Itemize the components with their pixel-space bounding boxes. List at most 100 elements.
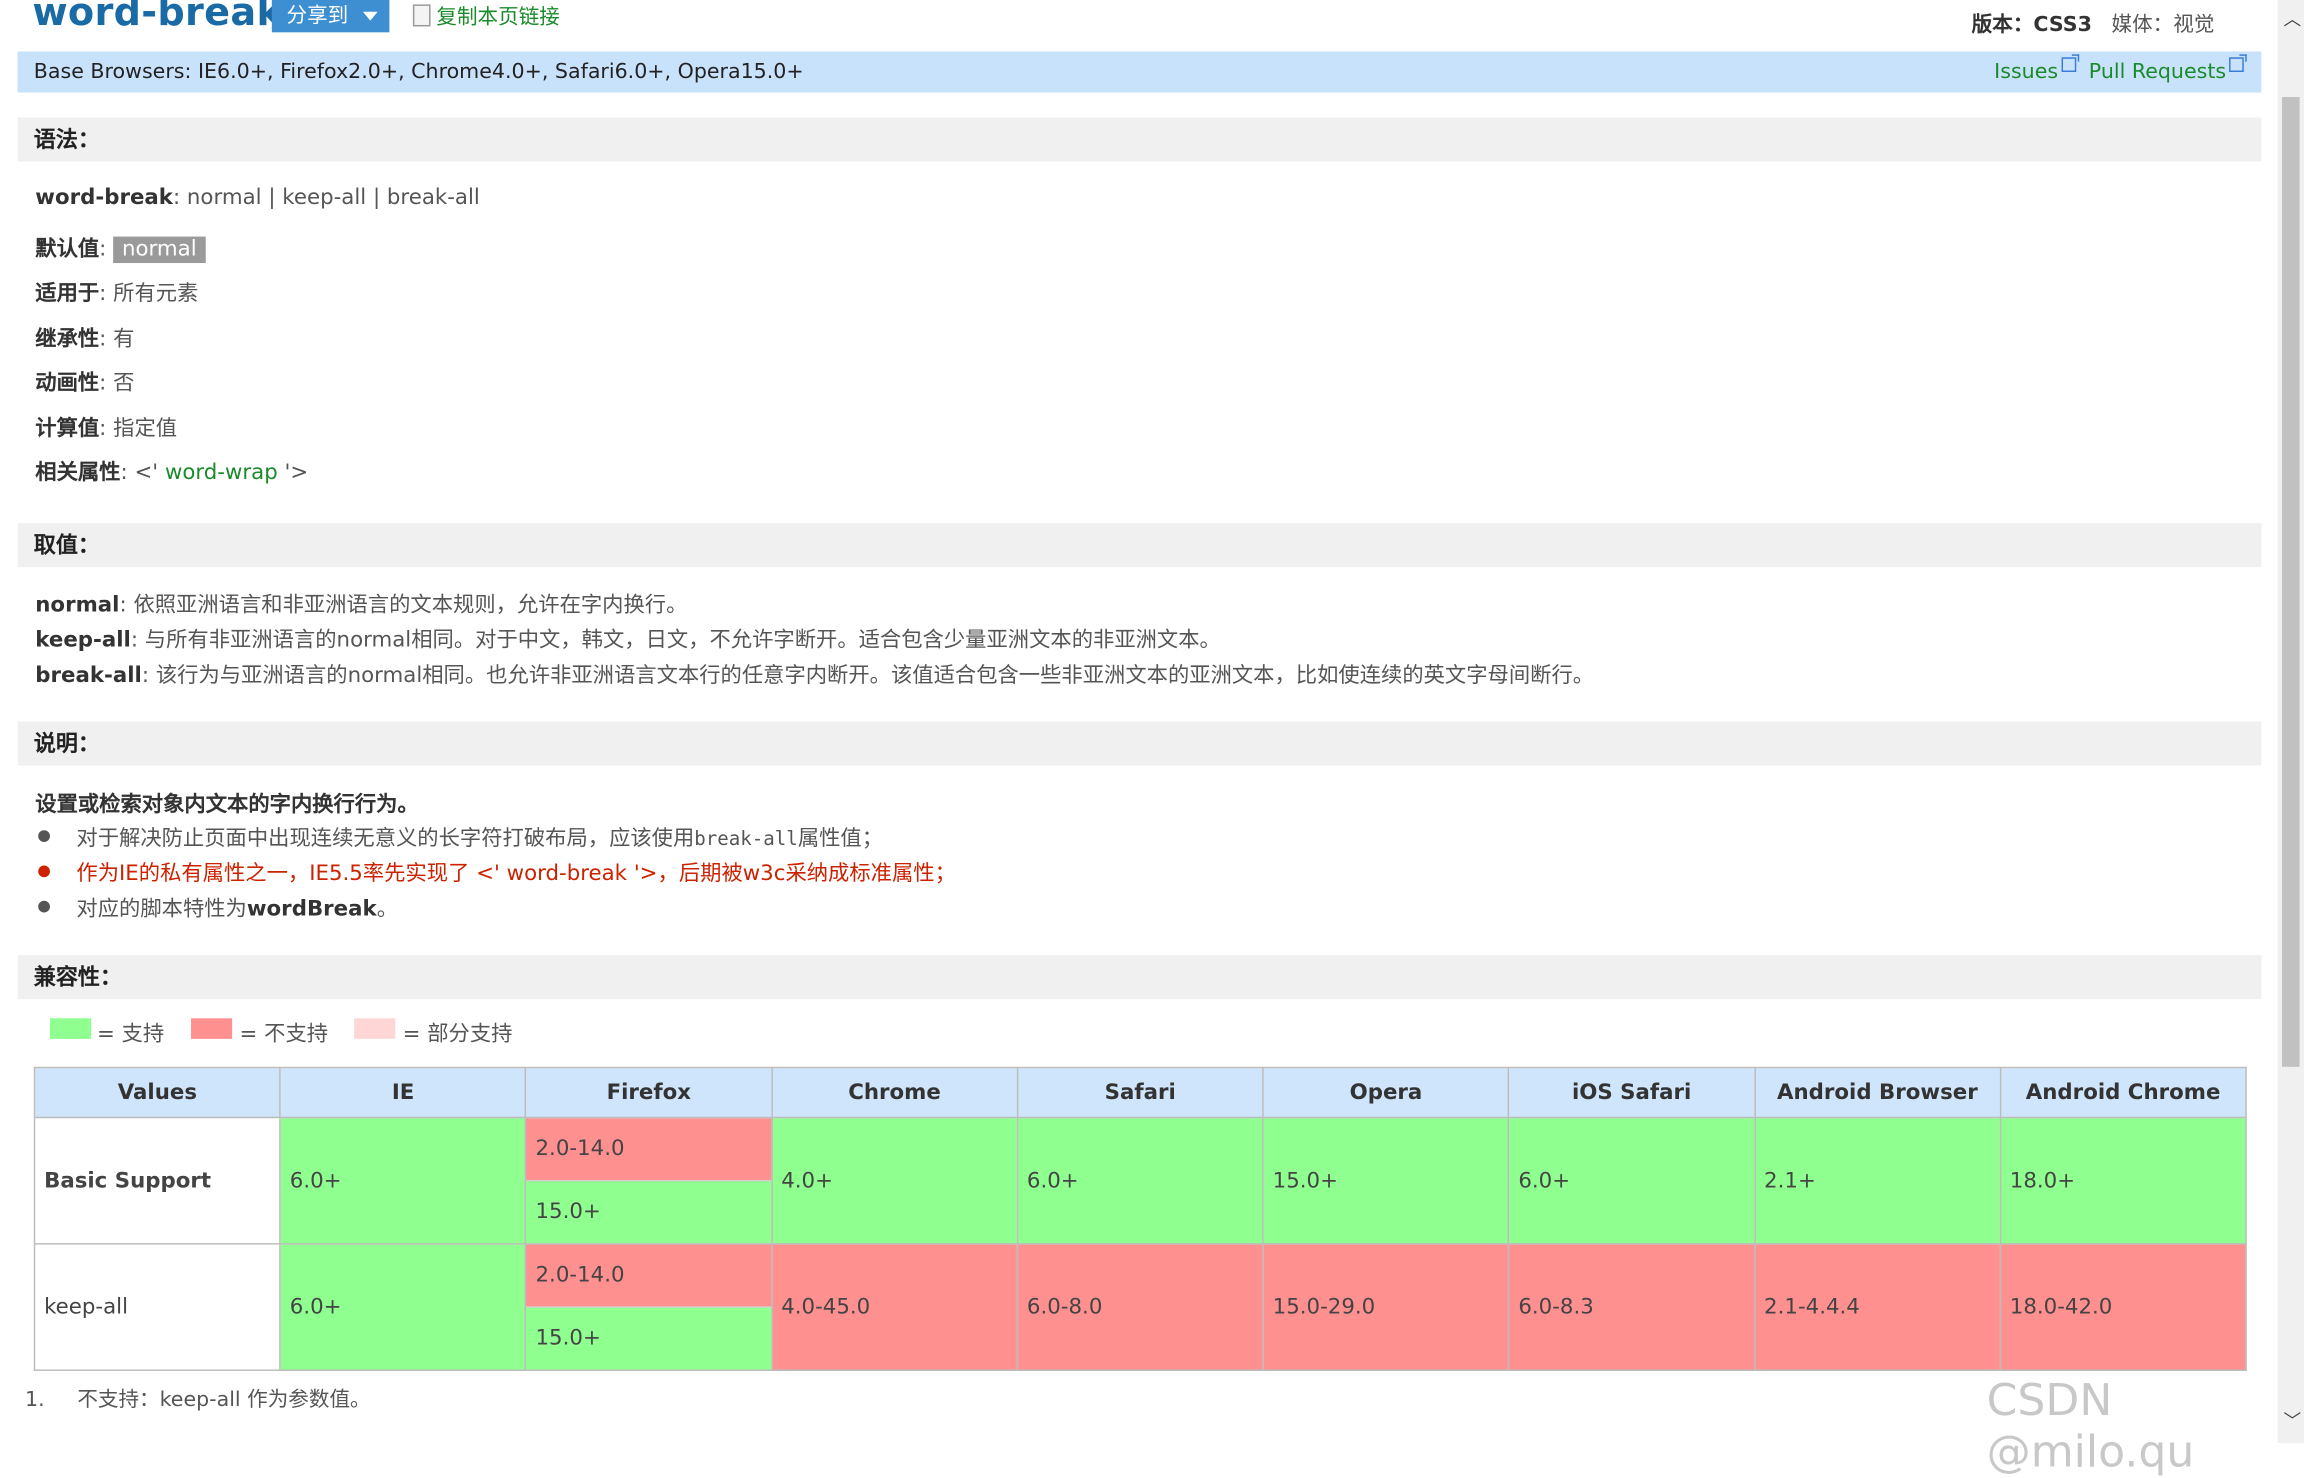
base-browsers-bar: Base Browsers: IE6.0+, Firefox2.0+, Chro… — [17, 51, 2262, 93]
note-item: 对于解决防止页面中出现连续无意义的长字符打破布局，应该使用break-all属性… — [76, 821, 883, 852]
col-header: Android Browser — [1753, 1066, 2001, 1119]
applies-value: 所有元素 — [113, 282, 199, 306]
notes-heading: 说明： — [17, 721, 2262, 766]
default-value-badge: normal — [113, 236, 206, 264]
table-header-row: Values IE Firefox Chrome Safari Opera iO… — [33, 1066, 2247, 1119]
scrollbar-thumb[interactable] — [2281, 96, 2300, 1067]
cell-android-chrome: 18.0+ — [1999, 1116, 2247, 1245]
copy-link-label: 复制本页链接 — [436, 5, 560, 30]
computed-value: 指定值 — [113, 417, 178, 441]
col-header: Opera — [1262, 1066, 1510, 1119]
note-text: 属性值； — [797, 827, 884, 851]
computed-row: 计算值: 指定值 — [35, 417, 178, 441]
share-button[interactable]: 分享到 — [271, 0, 390, 33]
cell-chrome: 4.0+ — [770, 1116, 1019, 1245]
note-text: 对应的脚本特性为 — [76, 897, 247, 922]
media-value: 视觉 — [2173, 13, 2215, 37]
page: word-break 分享到 复制本页链接 版本：CSS3 媒体：视觉 Base… — [0, 0, 2304, 1478]
value-name: break-all — [35, 664, 142, 688]
table-row: keep-all 6.0+ 2.0-14.0 15.0+ 4.0-45.0 6.… — [33, 1243, 2247, 1371]
syntax-line: word-break: normal | keep-all | break-al… — [35, 187, 480, 211]
cell-ie: 6.0+ — [279, 1116, 527, 1245]
related-suffix: '> — [284, 461, 309, 485]
note-item: 作为IE的私有属性之一，IE5.5率先实现了 <' word-break '>，… — [76, 857, 956, 888]
legend-support-swatch — [49, 1018, 92, 1039]
title-bar: word-break 分享到 复制本页链接 版本：CSS3 媒体：视觉 — [0, 0, 2270, 44]
notes-summary-text: 设置或检索对象内文本的字内换行行为。 — [35, 793, 419, 817]
notes-summary: 设置或检索对象内文本的字内换行行为。 — [35, 788, 419, 819]
legend-partial-label: = 部分支持 — [402, 1022, 513, 1047]
repo-links: Issues Pull Requests — [1994, 51, 2247, 92]
note-text: 作为IE的私有属性之一，IE5.5率先实现了 <' — [76, 862, 507, 887]
inherit-label: 继承性 — [35, 327, 100, 352]
animation-label: 动画性 — [35, 371, 100, 396]
page-title: word-break — [32, 0, 283, 36]
issues-label: Issues — [1994, 60, 2059, 84]
animation-row: 动画性: 否 — [35, 371, 135, 396]
col-header: Firefox — [525, 1066, 773, 1119]
applies-row: 适用于: 所有元素 — [35, 282, 199, 306]
legend-partial-swatch — [354, 1018, 396, 1039]
cell-opera: 15.0+ — [1262, 1116, 1510, 1245]
cell-ios-safari: 6.0+ — [1508, 1116, 1756, 1245]
copy-link-button[interactable]: 复制本页链接 — [412, 1, 560, 30]
footnote-number: 1. — [24, 1388, 45, 1413]
scroll-up-icon[interactable]: ︿ — [2283, 6, 2301, 31]
col-header: Safari — [1016, 1066, 1264, 1119]
legend-support-label: = 支持 — [96, 1022, 165, 1047]
note-code: break-all — [694, 828, 798, 851]
table-row: Basic Support 6.0+ 2.0-14.0 15.0+ 4.0+ 6… — [33, 1116, 2247, 1245]
external-link-icon — [2229, 54, 2247, 73]
word-wrap-link[interactable]: word-wrap — [158, 461, 284, 485]
legend-nosupport-swatch — [191, 1018, 233, 1039]
inherit-row: 继承性: 有 — [35, 327, 135, 352]
note-strong: wordBreak — [246, 897, 377, 922]
cell-firefox: 2.0-14.0 15.0+ — [525, 1243, 773, 1371]
related-row: 相关属性: <' word-wrap '> — [35, 461, 309, 485]
word-break-link[interactable]: word-break — [507, 863, 627, 887]
value-item: keep-all: 与所有非亚洲语言的normal相同。对于中文，韩文，日文，不… — [35, 628, 1221, 653]
cell-safari: 6.0+ — [1016, 1116, 1264, 1245]
footnote-text: 不支持：keep-all 作为参数值。 — [77, 1388, 371, 1413]
cell-ie: 6.0+ — [279, 1243, 527, 1371]
col-header: Android Chrome — [1999, 1066, 2247, 1119]
cell-ios-safari: 6.0-8.3 — [1508, 1243, 1756, 1371]
cell-firefox-bottom: 15.0+ — [526, 1181, 771, 1244]
value-desc: 与所有非亚洲语言的normal相同。对于中文，韩文，日文，不允许字断开。适合包含… — [144, 628, 1221, 653]
vertical-scrollbar[interactable]: ︿ ﹀ — [2277, 0, 2304, 1443]
note-text: 。 — [376, 897, 399, 922]
col-header: Chrome — [770, 1066, 1019, 1119]
default-label: 默认值 — [35, 238, 100, 262]
version-value: CSS3 — [2033, 13, 2092, 37]
prop-name: word-break — [35, 186, 173, 211]
value-item: normal: 依照亚洲语言和非亚洲语言的文本规则，允许在字内换行。 — [35, 593, 688, 618]
related-prefix: <' — [134, 461, 159, 485]
cell-android-browser: 2.1+ — [1753, 1116, 2001, 1245]
issues-link[interactable]: Issues — [1994, 54, 2079, 84]
row-label-text: Basic Support — [44, 1168, 212, 1193]
cell-chrome: 4.0-45.0 — [770, 1243, 1019, 1371]
note-item: 对应的脚本特性为wordBreak。 — [76, 892, 398, 923]
document-icon — [412, 4, 431, 27]
cell-firefox: 2.0-14.0 15.0+ — [525, 1116, 773, 1245]
share-label: 分享到 — [286, 4, 349, 28]
cell-android-chrome: 18.0-42.0 — [1999, 1243, 2247, 1371]
watermark: CSDN @milo.qu — [1986, 1375, 2195, 1478]
compat-heading: 兼容性： — [17, 955, 2262, 1000]
prop-values: : normal | keep-all | break-all — [172, 186, 480, 211]
cell-opera: 15.0-29.0 — [1262, 1243, 1510, 1371]
value-name: normal — [35, 593, 120, 618]
base-browsers-text: Base Browsers: IE6.0+, Firefox2.0+, Chro… — [33, 60, 804, 84]
value-item: break-all: 该行为与亚洲语言的normal相同。也允许非亚洲语言文本行… — [35, 664, 1595, 688]
media-label: 媒体： — [2111, 13, 2174, 37]
animation-value: 否 — [113, 371, 135, 396]
version-info: 版本：CSS3 媒体：视觉 — [1972, 9, 2215, 38]
scroll-down-icon[interactable]: ﹀ — [2283, 1408, 2301, 1433]
external-link-icon — [2061, 54, 2079, 73]
computed-label: 计算值 — [35, 417, 100, 441]
inherit-value: 有 — [113, 327, 135, 352]
value-desc: 该行为与亚洲语言的normal相同。也允许非亚洲语言文本行的任意字内断开。该值适… — [155, 664, 1595, 688]
pull-requests-link[interactable]: Pull Requests — [2089, 54, 2247, 84]
bullet-dot — [38, 865, 50, 878]
applies-label: 适用于 — [35, 282, 100, 306]
